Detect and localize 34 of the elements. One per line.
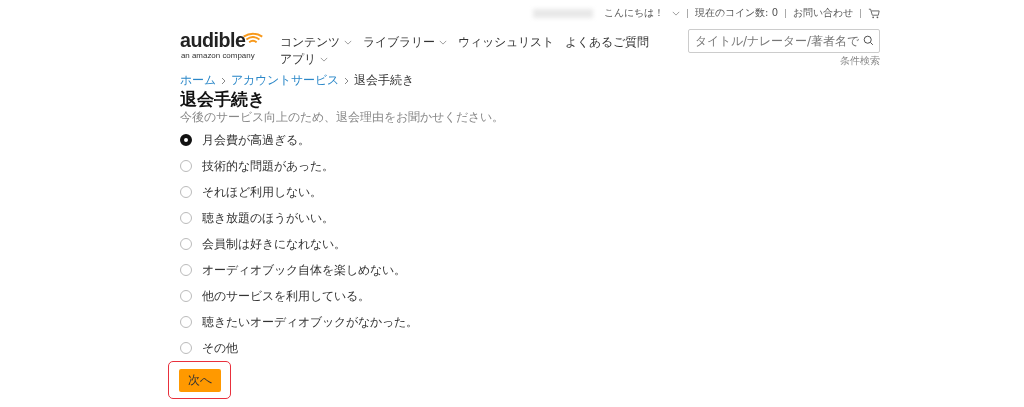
reason-option[interactable]: オーディオブック自体を楽しめない。 [180,257,880,283]
chevron-icon [672,10,681,16]
breadcrumb-item[interactable]: アカウントサービス [231,72,339,89]
search-field[interactable]: タイトル/ナレーター/著者名で [688,29,880,53]
subtitle: 今後のサービス向上のため、退会理由をお聞かせください。 [180,110,505,125]
contact-link[interactable]: お問い合わせ [793,6,853,20]
reason-option[interactable]: それほど利用しない。 [180,179,880,205]
chevron-icon [320,57,328,62]
coin-count: 現在のコイン数: 0 [695,6,778,20]
search-icon[interactable] [863,35,874,46]
nav-link[interactable]: アプリ [280,51,328,68]
nav-link[interactable]: よくあるご質問 [565,34,649,51]
reason-option[interactable]: その他 [180,335,880,361]
reason-option[interactable]: 聴き放題のほうがいい。 [180,205,880,231]
nav-link[interactable]: コンテンツ [280,34,352,51]
advanced-search-link[interactable]: 条件検索 [840,54,880,68]
reason-option[interactable]: 月会費が高過ぎる。 [180,127,880,153]
cart-icon[interactable] [868,7,880,19]
nav-link[interactable]: ウィッシュリスト [458,34,554,51]
breadcrumb-item: 退会手続き [354,72,414,89]
next-button[interactable]: 次へ [178,368,221,392]
reason-option[interactable]: 他のサービスを利用している。 [180,283,880,309]
chevron-icon [439,40,447,45]
page-title: 退会手続き [180,89,266,110]
chevron-icon [221,76,226,85]
reason-option[interactable]: 会員制は好きになれない。 [180,231,880,257]
nav-link[interactable]: ライブラリー [363,34,447,51]
breadcrumb-item[interactable]: ホーム [180,72,216,89]
reason-option[interactable]: 聴きたいオーディオブックがなかった。 [180,309,880,335]
greeting-menu[interactable]: こんにちは！ [604,6,681,20]
chevron-icon [344,40,352,45]
chevron-icon [344,76,349,85]
reason-option[interactable]: 技術的な問題があった。 [180,153,880,179]
radio-button[interactable] [180,134,192,146]
